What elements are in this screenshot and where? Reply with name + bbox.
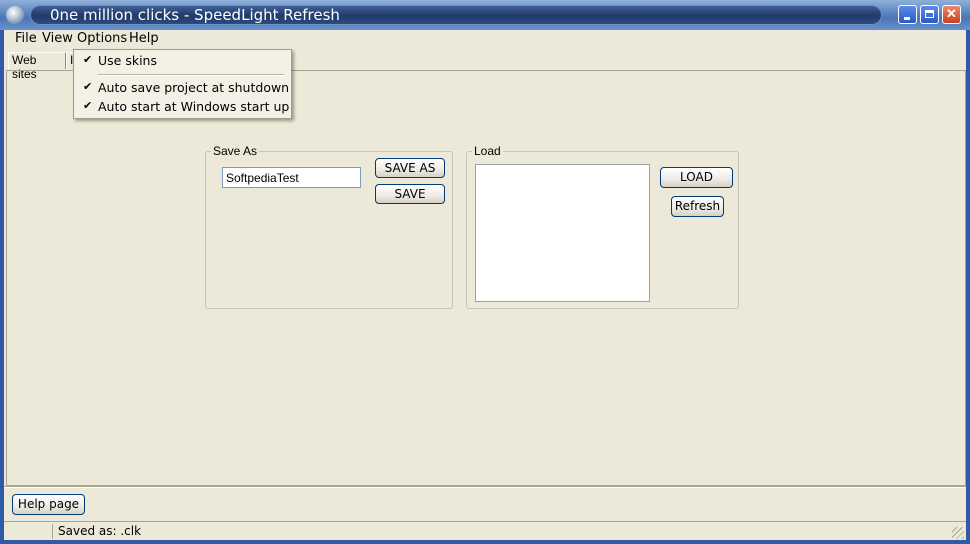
menu-item-auto-save[interactable]: ✔ Auto save project at shutdown <box>74 79 291 97</box>
menu-options[interactable]: Options <box>77 31 127 46</box>
resize-grip-icon[interactable] <box>952 527 964 539</box>
close-button[interactable]: ✕ <box>942 5 961 24</box>
save-as-button[interactable]: SAVE AS <box>375 158 445 178</box>
menu-file[interactable]: File <box>15 31 37 46</box>
menu-help[interactable]: Help <box>129 31 159 46</box>
filename-input[interactable]: SoftpediaTest <box>222 167 361 188</box>
window-title: 0ne million clicks - SpeedLight Refresh <box>50 6 340 24</box>
close-icon: ✕ <box>946 6 957 21</box>
status-bar: Saved as: .clk <box>4 521 966 540</box>
help-page-button[interactable]: Help page <box>12 494 85 515</box>
menu-separator <box>98 74 284 76</box>
app-icon[interactable] <box>6 6 24 24</box>
save-button[interactable]: SAVE <box>375 184 445 204</box>
filename-value: SoftpediaTest <box>226 171 299 185</box>
save-as-legend: Save As <box>211 144 260 158</box>
footer-divider <box>4 486 966 488</box>
project-list[interactable] <box>475 164 650 302</box>
title-bar[interactable]: 0ne million clicks - SpeedLight Refresh … <box>0 0 970 30</box>
menu-item-auto-start[interactable]: ✔ Auto start at Windows start up <box>74 98 291 116</box>
load-button[interactable]: LOAD <box>660 167 733 188</box>
minimize-button[interactable] <box>898 5 917 24</box>
tab-web-sites[interactable]: Web sites <box>8 52 66 81</box>
menu-item-use-skins[interactable]: ✔ Use skins <box>74 52 291 70</box>
refresh-button[interactable]: Refresh <box>671 196 724 217</box>
maximize-button[interactable] <box>920 5 939 24</box>
checkmark-icon: ✔ <box>83 99 93 112</box>
load-legend: Load <box>472 144 503 158</box>
status-text: Saved as: .clk <box>58 524 142 538</box>
checkmark-icon: ✔ <box>83 80 93 93</box>
menu-view[interactable]: View <box>42 31 73 46</box>
maximize-icon <box>925 10 934 18</box>
checkmark-icon: ✔ <box>83 53 93 66</box>
minimize-icon <box>904 17 910 20</box>
options-dropdown: ✔ Use skins ✔ Auto save project at shutd… <box>73 49 292 119</box>
status-cell-empty <box>6 524 53 539</box>
